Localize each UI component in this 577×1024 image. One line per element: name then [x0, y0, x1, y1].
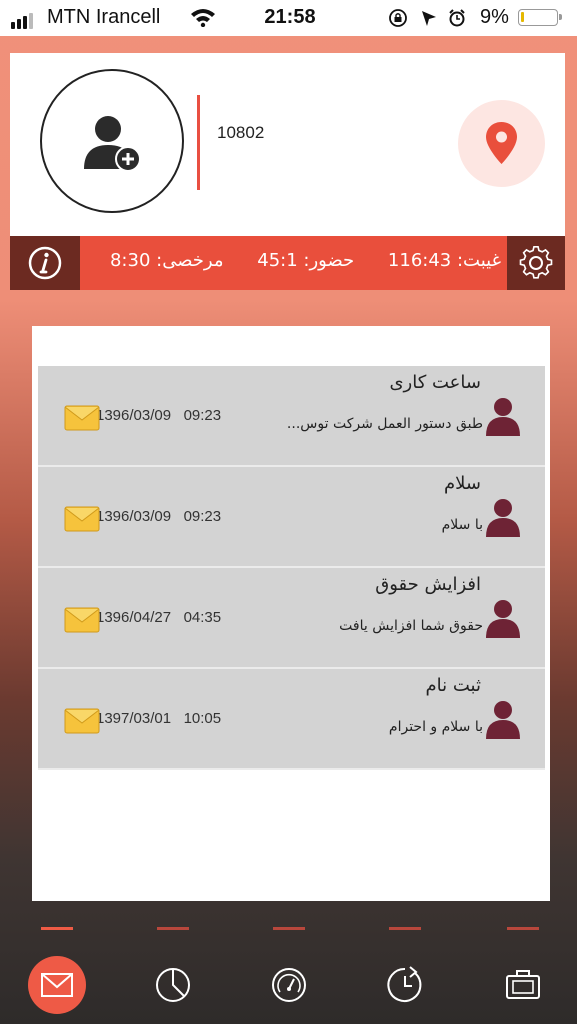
- message-item[interactable]: ثبت نام با سلام و احترام 1397/03/01 10:0…: [38, 669, 545, 770]
- tab-indicator: [389, 927, 421, 930]
- stats-text: غیبت: 116:43 حضور: 45:1 مرخصی: 8:30: [96, 250, 501, 271]
- tab-dashboard[interactable]: [260, 956, 318, 1014]
- carrier-name: MTN Irancell: [47, 6, 161, 28]
- message-date: 1396/03/09 09:23: [96, 508, 222, 525]
- message-preview: با سلام و احترام: [388, 719, 483, 735]
- message-item[interactable]: افزایش حقوق حقوق شما افزایش یافت 1396/04…: [38, 568, 545, 669]
- clock: 21:58: [264, 6, 316, 28]
- absence-stat: غیبت: 116:43: [387, 250, 501, 271]
- tab-indicator: [157, 927, 189, 930]
- tab-leave-requests[interactable]: [494, 956, 552, 1014]
- settings-button[interactable]: [507, 236, 565, 290]
- envelope-icon: [64, 607, 100, 633]
- location-pin-icon: [486, 122, 517, 164]
- presence-stat: حضور: 45:1: [257, 250, 355, 271]
- tab-indicator: [41, 927, 73, 930]
- user-icon: [486, 701, 520, 739]
- tab-indicator: [507, 927, 539, 930]
- tab-messages[interactable]: [28, 956, 86, 1014]
- user-icon: [486, 600, 520, 638]
- tab-history[interactable]: [376, 956, 434, 1014]
- speedometer-icon: [272, 968, 306, 1002]
- messages-panel: ساعت کاری طبق دستور العمل شرکت توس... 13…: [32, 326, 550, 901]
- message-title: افزایش حقوق: [375, 574, 481, 595]
- profile-card: 10802: [10, 53, 565, 236]
- leave-stat: مرخصی: 8:30: [109, 250, 224, 271]
- user-id: 10802: [217, 123, 265, 142]
- info-icon: [28, 246, 62, 280]
- message-title: ثبت نام: [425, 675, 481, 696]
- battery-icon: [518, 9, 562, 26]
- battery-percent: 9%: [480, 6, 509, 28]
- attendance-stats-bar: غیبت: 116:43 حضور: 45:1 مرخصی: 8:30: [10, 236, 565, 290]
- message-date: 1396/03/09 09:23: [96, 407, 222, 424]
- message-date: 1396/04/27 04:35: [96, 609, 222, 626]
- add-user-icon: [84, 116, 141, 172]
- envelope-icon: [64, 506, 100, 532]
- status-icons: [389, 9, 465, 27]
- user-icon: [486, 499, 520, 537]
- location-services-icon: [422, 11, 436, 26]
- message-title: ساعت کاری: [389, 372, 481, 393]
- alarm-icon: [449, 9, 465, 27]
- envelope-icon: [64, 708, 100, 734]
- avatar-button[interactable]: [40, 69, 184, 213]
- message-preview: با سلام: [441, 517, 483, 533]
- message-date: 1397/03/01 10:05: [96, 710, 222, 727]
- info-button[interactable]: [10, 236, 80, 290]
- briefcase-icon: [506, 970, 540, 999]
- divider: [197, 95, 200, 190]
- pie-chart-icon: [156, 968, 190, 1002]
- rotation-lock-icon: [389, 9, 407, 27]
- tab-indicator: [273, 927, 305, 930]
- status-bar: MTN Irancell 21:58 9%: [0, 0, 577, 36]
- tab-reports[interactable]: [144, 956, 202, 1014]
- message-item[interactable]: ساعت کاری طبق دستور العمل شرکت توس... 13…: [38, 366, 545, 467]
- envelope-icon: [64, 405, 100, 431]
- location-button[interactable]: [458, 100, 545, 187]
- gear-icon: [519, 245, 553, 279]
- history-icon: [387, 966, 422, 1002]
- mail-icon: [41, 973, 73, 997]
- wifi-icon: [191, 9, 215, 27]
- message-list: ساعت کاری طبق دستور العمل شرکت توس... 13…: [38, 366, 545, 770]
- message-preview: حقوق شما افزایش یافت: [339, 618, 483, 634]
- message-title: سلام: [444, 473, 481, 494]
- message-preview: طبق دستور العمل شرکت توس...: [286, 416, 483, 432]
- signal-strength-icon: [11, 10, 35, 29]
- message-item[interactable]: سلام با سلام 1396/03/09 09:23: [38, 467, 545, 568]
- user-icon: [486, 398, 520, 436]
